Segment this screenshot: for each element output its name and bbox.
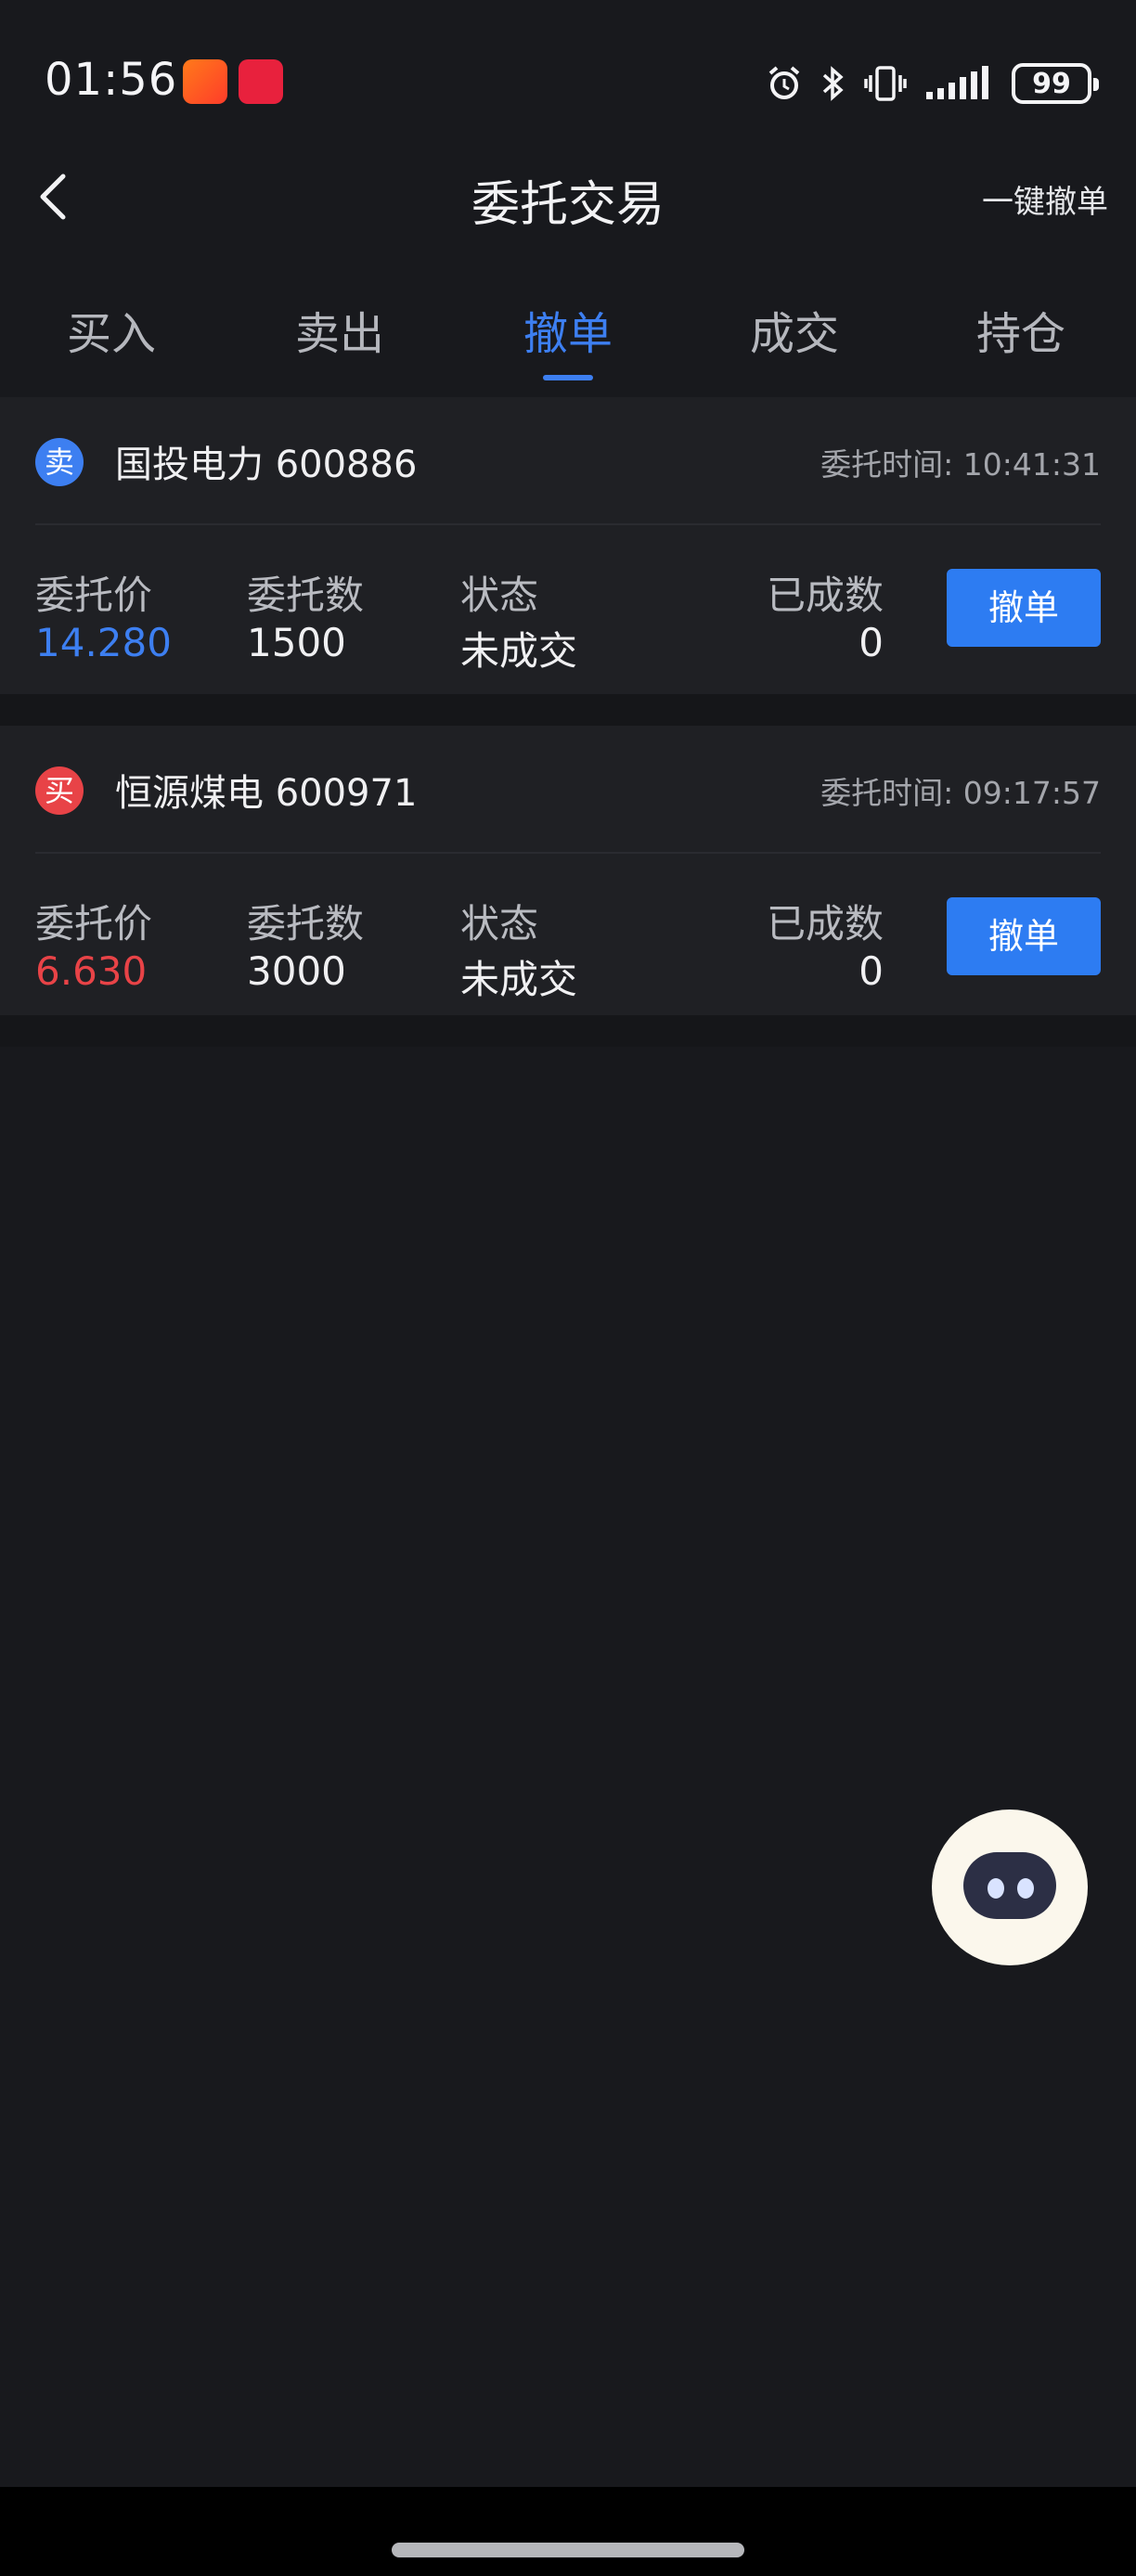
status-bar: 01:56 99	[0, 0, 1136, 139]
header: 委托交易 一键撤单	[0, 139, 1136, 254]
order-status: 未成交	[460, 957, 578, 1002]
order-time: 委托时间: 09:17:57	[820, 775, 1101, 811]
order-filled: 0	[858, 948, 884, 994]
bluetooth-icon	[820, 65, 846, 102]
status-time: 01:56	[45, 54, 178, 106]
status-icons: 99	[765, 61, 1099, 106]
tab-positions[interactable]: 持仓	[928, 297, 1114, 362]
order-quantity: 3000	[247, 948, 346, 994]
stock-name: 恒源煤电 600971	[115, 772, 418, 815]
tab-bar: 买入 卖出 撤单 成交 持仓	[0, 288, 1136, 390]
robot-face	[963, 1852, 1056, 1919]
divider	[35, 523, 1101, 525]
screen: 01:56 99 委托交易 一键撤单 买入 卖出 撤单 成交 持仓 卖 国投电力…	[0, 0, 1136, 2576]
order-price: 6.630	[35, 948, 148, 994]
price-label: 委托价	[35, 901, 153, 947]
vibrate-icon	[863, 65, 908, 102]
cancel-order-button[interactable]: 撤单	[947, 569, 1101, 647]
buy-badge: 买	[35, 766, 84, 815]
quantity-label: 委托数	[247, 573, 365, 618]
navigation-bar	[0, 2487, 1136, 2576]
stock-name: 国投电力 600886	[115, 444, 418, 486]
order-card: 买 恒源煤电 600971 委托时间: 09:17:57 委托价 委托数 状态 …	[0, 726, 1136, 1023]
tab-cancel[interactable]: 撤单	[475, 297, 661, 362]
cancel-all-button[interactable]: 一键撤单	[982, 176, 1108, 222]
assistant-robot-icon[interactable]	[932, 1810, 1088, 1965]
tab-deals[interactable]: 成交	[702, 297, 887, 362]
order-price: 14.280	[35, 620, 172, 665]
page-title: 委托交易	[471, 177, 665, 233]
filled-label: 已成数	[766, 901, 884, 947]
card-separator	[0, 694, 1136, 726]
robot-eye	[1017, 1878, 1034, 1899]
signal-icon	[924, 65, 995, 102]
app-gallery-icon	[239, 59, 283, 104]
divider	[35, 852, 1101, 854]
battery-icon: 99	[1012, 63, 1099, 104]
robot-eye	[988, 1878, 1004, 1899]
cancel-order-button[interactable]: 撤单	[947, 897, 1101, 975]
taobao-icon	[183, 59, 227, 104]
active-tab-indicator	[543, 375, 593, 380]
order-quantity: 1500	[247, 620, 346, 665]
order-status: 未成交	[460, 628, 578, 674]
tab-sell[interactable]: 卖出	[247, 297, 432, 362]
filled-label: 已成数	[766, 573, 884, 618]
price-label: 委托价	[35, 573, 153, 618]
status-label: 状态	[460, 573, 539, 618]
sell-badge: 卖	[35, 438, 84, 486]
home-indicator[interactable]	[392, 2543, 744, 2557]
status-label: 状态	[460, 901, 539, 947]
order-card: 卖 国投电力 600886 委托时间: 10:41:31 委托价 委托数 状态 …	[0, 397, 1136, 694]
order-time: 委托时间: 10:41:31	[820, 446, 1101, 483]
battery-level: 99	[1032, 67, 1071, 100]
order-filled: 0	[858, 620, 884, 665]
alarm-icon	[765, 65, 804, 102]
quantity-label: 委托数	[247, 901, 365, 947]
tab-buy[interactable]: 买入	[19, 297, 204, 362]
card-separator	[0, 1015, 1136, 1047]
